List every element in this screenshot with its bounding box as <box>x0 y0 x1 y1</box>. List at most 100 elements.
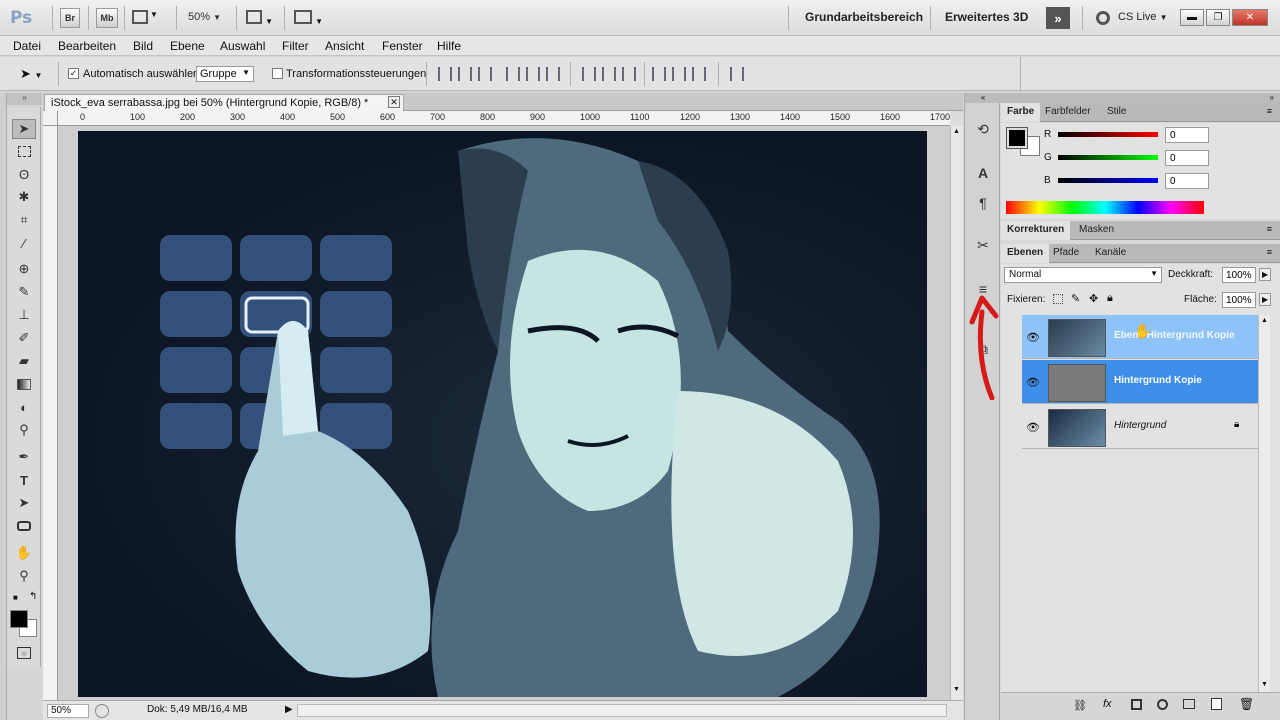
close-button[interactable]: ✕ <box>1232 9 1268 26</box>
align-bottom-icon[interactable] <box>478 67 492 81</box>
color-panel-foreground-swatch[interactable] <box>1006 127 1028 149</box>
status-zoom-field[interactable]: 50% <box>47 704 89 718</box>
gradient-tool-icon[interactable] <box>12 374 36 394</box>
menu-auswahl[interactable]: Auswahl <box>220 39 265 53</box>
vertical-scrollbar[interactable]: ▲ ▼ <box>950 126 963 700</box>
crop-tool-icon[interactable]: ⌗ <box>12 210 36 230</box>
layer-visibility-eye-icon[interactable]: 👁︎ <box>1024 317 1042 357</box>
eraser-tool-icon[interactable]: ▰ <box>12 351 36 371</box>
distribute-top-icon[interactable] <box>582 67 596 81</box>
toolbox-collapse-icon[interactable]: » <box>7 93 42 105</box>
foreground-color-swatch[interactable] <box>10 610 28 628</box>
color-panel-menu-icon[interactable]: ≡ <box>1267 106 1272 116</box>
status-menu-arrow-icon[interactable]: ▶ <box>285 704 293 715</box>
lock-transparent-pixels-icon[interactable] <box>1053 294 1063 304</box>
new-group-icon[interactable] <box>1183 699 1195 709</box>
zoom-tool-icon[interactable]: ⚲ <box>12 566 36 586</box>
history-brush-tool-icon[interactable]: ✐ <box>12 328 36 348</box>
tab-adjustments[interactable]: Korrekturen <box>1001 221 1071 240</box>
layers-panel-menu-icon[interactable]: ≡ <box>1267 247 1272 257</box>
menu-datei[interactable]: Datei <box>13 39 41 53</box>
opacity-input[interactable] <box>1222 267 1256 283</box>
blue-value-input[interactable] <box>1165 173 1209 189</box>
document-tab[interactable]: iStock_eva serrabassa.jpg bei 50% (Hinte… <box>44 94 404 112</box>
distribute-right-icon[interactable] <box>692 67 706 81</box>
align-top-icon[interactable] <box>438 67 452 81</box>
status-info-icon[interactable] <box>95 704 109 718</box>
lock-image-pixels-icon[interactable]: ✎ <box>1071 292 1080 305</box>
menu-bearbeiten[interactable]: Bearbeiten <box>58 39 116 53</box>
dodge-tool-icon[interactable]: ⚲ <box>12 420 36 440</box>
blue-slider[interactable] <box>1058 178 1158 183</box>
clone-stamp-tool-icon[interactable]: ⊥ <box>12 305 36 325</box>
tab-swatches[interactable]: Farbfelder <box>1039 103 1097 122</box>
distribute-vcenter-icon[interactable] <box>602 67 616 81</box>
layer-row-hintergrund[interactable]: 👁︎ Hintergrund 🔒︎ <box>1022 405 1258 449</box>
delete-layer-icon[interactable]: 🗑︎ <box>1239 697 1254 711</box>
paragraph-panel-icon[interactable]: ¶ <box>973 193 993 213</box>
distribute-hcenter-icon[interactable] <box>672 67 686 81</box>
brush-tool-icon[interactable]: ✎ <box>12 282 36 302</box>
minibridge-button[interactable]: Mb <box>96 8 118 28</box>
path-selection-tool-icon[interactable]: ➤ <box>12 493 36 513</box>
quick-mask-icon[interactable]: ○ <box>12 643 36 663</box>
menu-ansicht[interactable]: Ansicht <box>325 39 364 53</box>
menu-fenster[interactable]: Fenster <box>382 39 423 53</box>
blur-tool-icon[interactable]: ◐ <box>12 397 36 417</box>
layers-scrollbar[interactable]: ▲ ▼ <box>1258 315 1270 695</box>
tab-channels[interactable]: Kanäle <box>1089 244 1132 263</box>
opacity-slider-arrow-icon[interactable]: ▶ <box>1259 268 1272 281</box>
pen-tool-icon[interactable]: ✒ <box>12 447 36 467</box>
align-left-icon[interactable] <box>506 67 520 81</box>
menu-filter[interactable]: Filter <box>282 39 309 53</box>
align-hcenter-icon[interactable] <box>526 67 540 81</box>
canvas-area[interactable] <box>58 126 950 700</box>
type-tool-icon[interactable]: T <box>12 470 36 490</box>
quick-selection-tool-icon[interactable]: ✱ <box>12 187 36 207</box>
link-layers-icon[interactable]: ⛓︎ <box>1073 699 1087 712</box>
distribute-bottom-icon[interactable] <box>622 67 636 81</box>
character-panel-icon[interactable]: A <box>973 163 993 183</box>
layer-visibility-eye-icon[interactable]: 👁︎ <box>1024 407 1042 447</box>
shape-tool-icon[interactable] <box>12 516 36 536</box>
bridge-button[interactable]: Br <box>60 8 80 28</box>
arrange-documents-button[interactable]: ▼ <box>246 10 278 26</box>
tab-color[interactable]: Farbe <box>1001 103 1041 122</box>
lock-all-icon[interactable]: 🔒︎ <box>1107 292 1113 305</box>
tab-masks[interactable]: Masken <box>1073 221 1120 240</box>
menu-bild[interactable]: Bild <box>133 39 153 53</box>
hand-tool-icon[interactable]: ✋ <box>12 543 36 563</box>
add-mask-icon[interactable] <box>1131 699 1142 710</box>
red-value-input[interactable] <box>1165 127 1209 143</box>
blend-mode-dropdown[interactable]: Normal ▼ <box>1004 267 1162 283</box>
tool-presets-panel-icon[interactable]: ✂ <box>973 235 993 255</box>
view-extras-button[interactable]: ▼ <box>132 10 168 26</box>
layer-visibility-eye-icon[interactable]: 👁︎ <box>1024 362 1042 402</box>
transform-controls-checkbox[interactable] <box>272 68 283 79</box>
fill-input[interactable] <box>1222 292 1256 308</box>
fill-slider-arrow-icon[interactable]: ▶ <box>1259 293 1272 306</box>
healing-brush-tool-icon[interactable]: ⊕ <box>12 259 36 279</box>
menu-ebene[interactable]: Ebene <box>170 39 205 53</box>
red-slider[interactable] <box>1058 132 1158 137</box>
workspace-3d[interactable]: Erweitertes 3D <box>945 10 1028 24</box>
auto-select-checkbox[interactable]: ✓ <box>68 68 79 79</box>
lasso-tool-icon[interactable]: ʘ <box>12 164 36 184</box>
green-value-input[interactable] <box>1165 150 1209 166</box>
panels-collapse-icon[interactable]: » <box>1001 93 1280 103</box>
minimize-button[interactable]: ▬ <box>1180 9 1204 26</box>
color-spectrum-bar[interactable] <box>1006 201 1204 214</box>
auto-select-dropdown[interactable]: Gruppe ▼ <box>196 66 254 82</box>
layer-style-icon[interactable]: fx <box>1103 698 1112 710</box>
close-document-icon[interactable]: ✕ <box>388 96 400 108</box>
more-workspaces-button[interactable]: » <box>1046 7 1070 29</box>
eyedropper-tool-icon[interactable]: ⁄ <box>12 233 36 253</box>
marquee-tool-icon[interactable] <box>12 141 36 161</box>
restore-button[interactable]: ❐ <box>1206 9 1230 26</box>
auto-align-layers-icon[interactable] <box>730 67 744 81</box>
tab-layers[interactable]: Ebenen <box>1001 244 1050 263</box>
tab-paths[interactable]: Pfade <box>1047 244 1085 263</box>
layer-row-hintergrund-kopie[interactable]: 👁︎ Hintergrund Kopie <box>1022 360 1258 404</box>
move-tool-preset-icon[interactable]: ➤ ▼ <box>20 66 42 82</box>
layer-row-dragging[interactable]: 👁︎ Ebene Hintergrund Kopie ✋ <box>1022 315 1258 359</box>
